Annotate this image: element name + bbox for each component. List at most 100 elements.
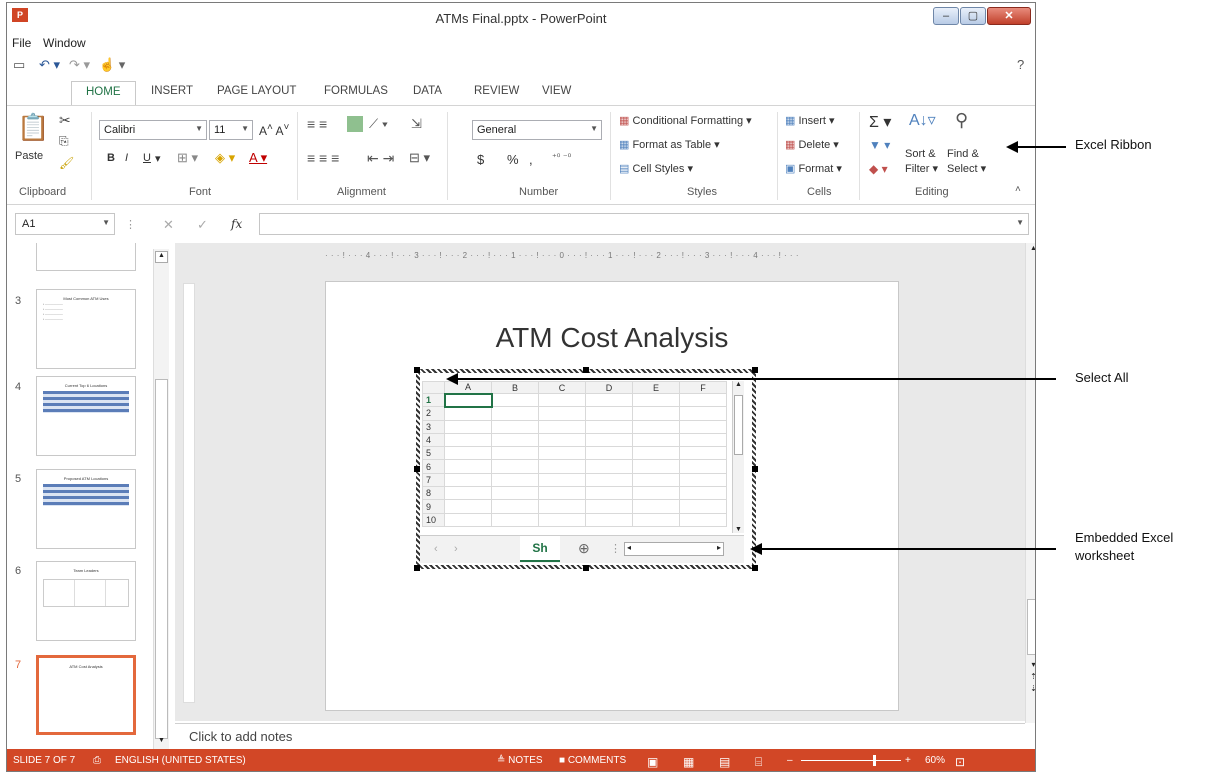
tab-data[interactable]: DATA — [413, 85, 442, 97]
scroll-left-icon[interactable]: ◂ — [627, 543, 631, 552]
cell[interactable] — [538, 392, 586, 408]
maximize-button[interactable]: ▢ — [960, 7, 986, 25]
grow-font-icon[interactable]: A˄ A˅ — [259, 122, 289, 138]
cell[interactable] — [585, 472, 633, 488]
slide-canvas[interactable]: ATM Cost Analysis A B C D E F 1 2 3 4 5 … — [325, 281, 899, 711]
spell-check-icon[interactable]: ⎙ — [93, 755, 101, 766]
tab-home[interactable]: HOME — [71, 81, 136, 106]
slide-sorter-icon[interactable]: ▦ — [683, 755, 694, 769]
slide-thumbnail-6[interactable]: Team Leaders — [36, 561, 136, 641]
fit-to-window-icon[interactable]: ⊡ — [955, 755, 965, 769]
cell[interactable] — [491, 486, 539, 501]
cell-a1[interactable] — [443, 392, 493, 408]
cell[interactable] — [444, 446, 492, 461]
resize-handle[interactable] — [583, 367, 589, 373]
slide-thumbnail-4[interactable]: Current Top 6 Locations — [36, 376, 136, 456]
worksheet-horizontal-scrollbar[interactable]: ◂ ▸ — [624, 542, 724, 556]
sort-filter-label[interactable]: Sort & — [905, 148, 936, 160]
delete-cells-button[interactable]: ▦ Delete ▾ — [785, 138, 839, 151]
borders-icon[interactable]: ⊞ ▾ — [177, 150, 198, 166]
scroll-up-icon[interactable]: ▲ — [733, 381, 744, 388]
row-header[interactable]: 3 — [422, 419, 445, 434]
slide-thumbnail-5[interactable]: Proposed ATM Locations — [36, 469, 136, 549]
touch-mode-icon[interactable]: ☝ ▾ — [99, 57, 125, 73]
resize-handle[interactable] — [752, 466, 758, 472]
select-all-corner[interactable] — [422, 381, 445, 394]
cell[interactable] — [585, 432, 633, 448]
italic-button[interactable]: I — [125, 152, 128, 164]
cell[interactable] — [538, 432, 586, 448]
resize-handle[interactable] — [414, 367, 420, 373]
enter-icon[interactable]: ✓ — [197, 217, 208, 233]
help-icon[interactable]: ? — [1017, 57, 1024, 72]
decimal-icon[interactable]: ⁺⁰ ⁻⁰ — [552, 152, 571, 163]
underline-dropdown-icon[interactable]: ▾ — [155, 152, 161, 165]
normal-view-icon[interactable]: ▣ — [647, 755, 658, 769]
number-format-combo[interactable]: General ▼ — [472, 120, 602, 140]
new-sheet-icon[interactable]: ⊕ — [578, 540, 590, 557]
merge-center-icon[interactable]: ⊟ ▾ — [409, 150, 430, 166]
reading-view-icon[interactable]: ▤ — [719, 755, 730, 769]
redo-icon[interactable]: ↷ ▾ — [69, 57, 90, 73]
row-header[interactable]: 8 — [422, 486, 445, 501]
font-color-icon[interactable]: A ▾ — [249, 150, 267, 166]
worksheet-vertical-scrollbar[interactable]: ▲ ▼ — [732, 381, 744, 533]
scroll-thumb[interactable] — [155, 379, 168, 739]
scroll-thumb[interactable] — [734, 395, 743, 455]
align-left-icon[interactable]: ≡ ≡ ≡ — [307, 150, 339, 166]
tab-review[interactable]: REVIEW — [474, 85, 519, 97]
zoom-slider-thumb[interactable] — [873, 755, 876, 766]
row-header[interactable]: 4 — [422, 432, 445, 448]
find-icon[interactable]: ⚲ — [955, 110, 968, 131]
scroll-down-icon[interactable]: ▼ — [733, 526, 744, 533]
editor-scrollbar[interactable]: ▲ ▾⇡⇣ — [1025, 243, 1035, 723]
slide-nav-icon[interactable]: ▾⇡⇣ — [1027, 659, 1035, 695]
notes-pane[interactable]: Click to add notes — [175, 723, 1025, 749]
tab-insert[interactable]: INSERT — [151, 85, 193, 97]
cell[interactable] — [679, 512, 727, 527]
row-header[interactable]: 5 — [422, 446, 445, 461]
cell[interactable] — [491, 459, 539, 474]
cell[interactable] — [491, 472, 539, 488]
cell[interactable] — [632, 499, 680, 514]
sheet-nav-prev-icon[interactable]: ‹ — [434, 543, 438, 555]
scroll-up-icon[interactable]: ▲ — [1027, 245, 1035, 257]
menu-file[interactable]: File — [12, 36, 31, 50]
cell[interactable] — [679, 406, 727, 421]
cell[interactable] — [632, 446, 680, 461]
collapse-ribbon-icon[interactable]: ˄ — [1015, 184, 1021, 195]
cell[interactable] — [444, 512, 492, 527]
cell[interactable] — [585, 392, 633, 408]
resize-handle[interactable] — [752, 565, 758, 571]
cell[interactable] — [538, 406, 586, 421]
cell[interactable] — [679, 486, 727, 501]
cell[interactable] — [585, 446, 633, 461]
slide-thumbnail-7[interactable]: ATM Cost Analysis — [36, 655, 136, 735]
format-painter-icon[interactable]: 🖌 — [59, 156, 74, 170]
cell[interactable] — [491, 499, 539, 514]
cell[interactable] — [585, 406, 633, 421]
row-header[interactable]: 6 — [422, 459, 445, 474]
clear-icon[interactable]: ◆ ▾ — [869, 162, 888, 176]
fill-icon[interactable]: ▼ ▾ — [869, 138, 890, 152]
cell[interactable] — [632, 512, 680, 527]
cell[interactable] — [679, 472, 727, 488]
cell[interactable] — [632, 406, 680, 421]
cell[interactable] — [538, 446, 586, 461]
embedded-excel-worksheet[interactable]: A B C D E F 1 2 3 4 5 6 7 8 9 10 ▲ ▼ ‹ ›… — [414, 367, 758, 571]
tab-page-layout[interactable]: PAGE LAYOUT — [217, 85, 296, 97]
cell[interactable] — [538, 459, 586, 474]
scroll-down-icon[interactable]: ▼ — [155, 737, 168, 747]
zoom-level[interactable]: 60% — [925, 755, 945, 766]
column-header-e[interactable]: E — [632, 381, 680, 394]
cell[interactable] — [491, 419, 539, 434]
cut-icon[interactable]: ✂ — [59, 112, 71, 129]
fill-color-icon[interactable]: ◈ ▾ — [215, 150, 235, 166]
name-box[interactable]: A1 ▼ — [15, 213, 115, 235]
percent-button[interactable]: % — [507, 152, 519, 167]
column-header-f[interactable]: F — [679, 381, 727, 394]
sort-filter-icon[interactable]: A↓▿ — [909, 110, 936, 130]
column-header-b[interactable]: B — [491, 381, 539, 394]
insert-cells-button[interactable]: ▦ Insert ▾ — [785, 114, 835, 127]
find-select-label[interactable]: Find & — [947, 148, 979, 160]
